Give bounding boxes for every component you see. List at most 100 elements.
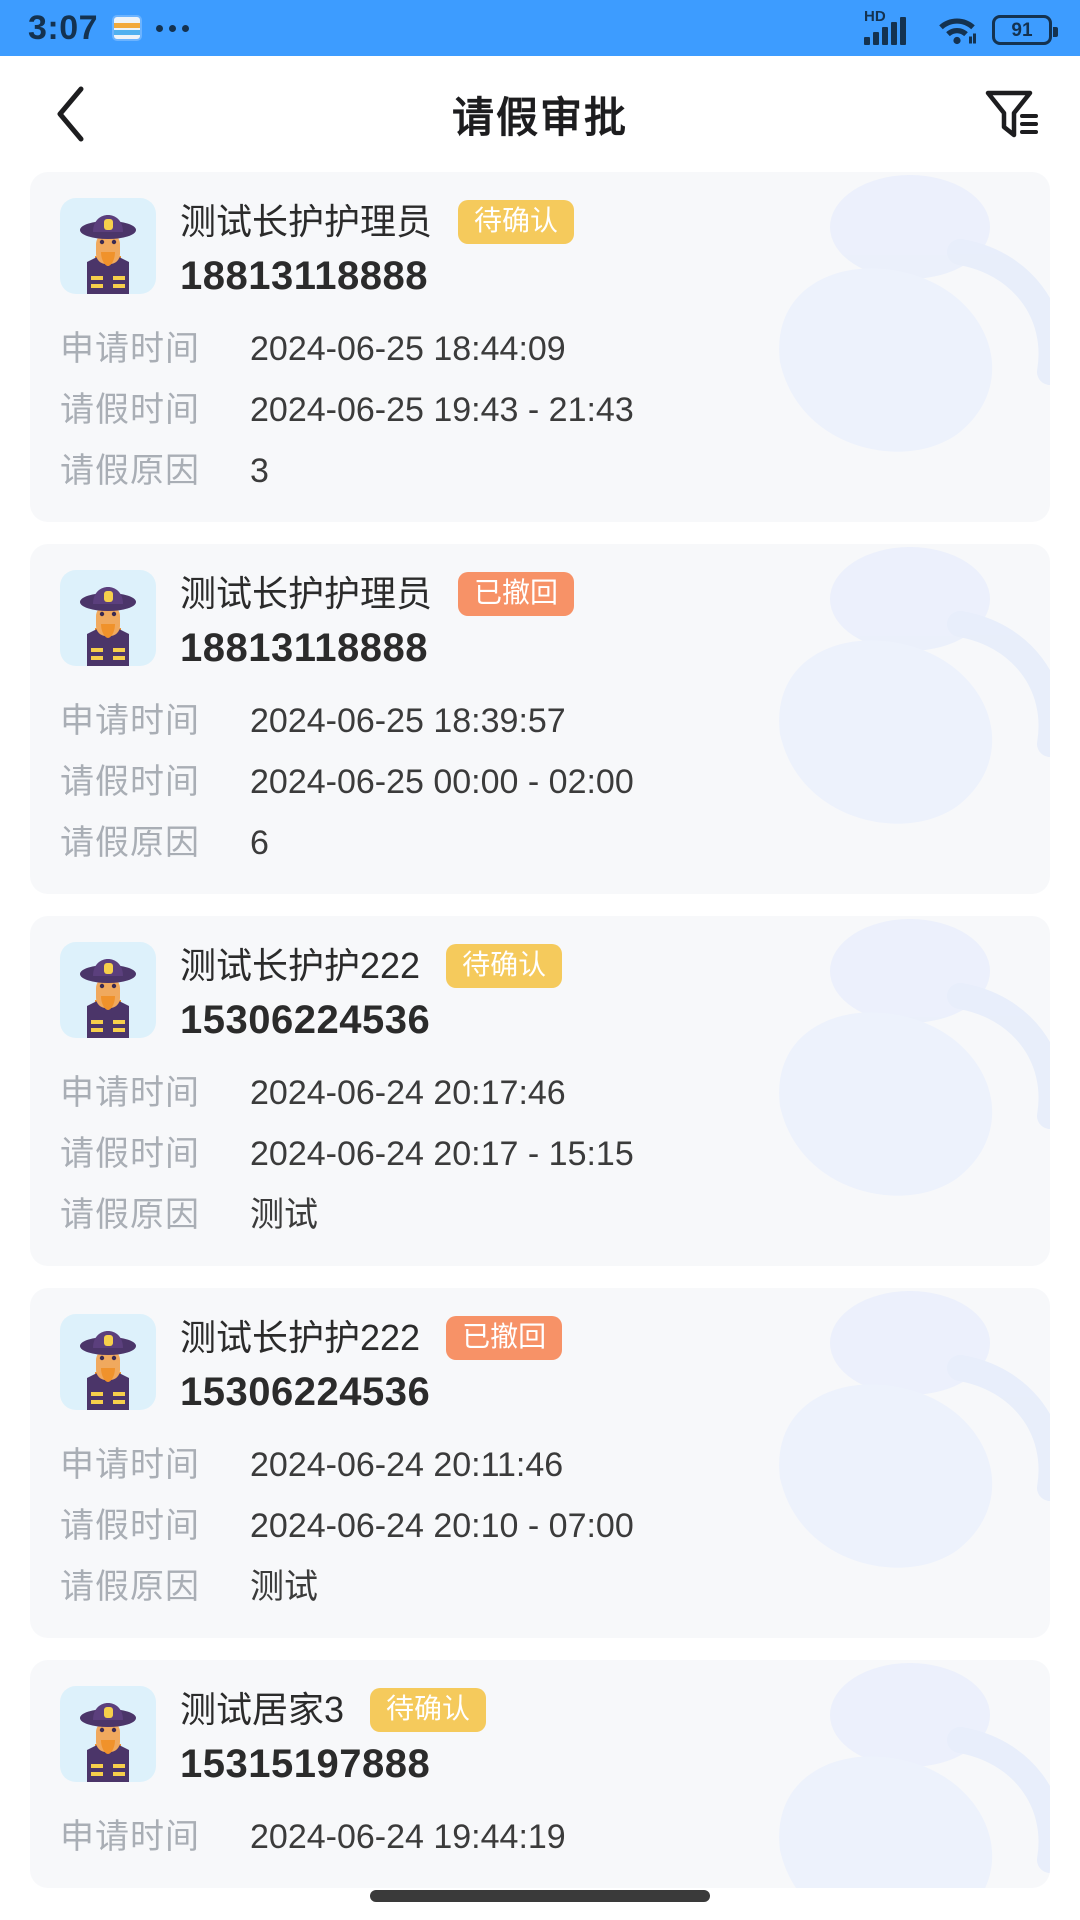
- signal-bars: [864, 17, 906, 45]
- leave-time-row: 请假时间 2024-06-25 00:00 - 02:00: [60, 754, 1020, 803]
- card-identity: 测试长护护222 待确认 15306224536: [180, 942, 563, 1043]
- apply-time-value: 2024-06-25 18:44:09: [250, 330, 566, 368]
- status-bar: 3:07 HD 91: [0, 0, 1080, 56]
- card-details: 申请时间 2024-06-24 20:17:46 请假时间 2024-06-24…: [60, 1065, 1020, 1236]
- filter-button[interactable]: [976, 79, 1046, 149]
- list-item[interactable]: 测试居家3 待确认 15315197888 申请时间 2024-06-24 19…: [30, 1660, 1050, 1888]
- caregiver-avatar-icon: [80, 959, 136, 1038]
- hd-signal-icon: HD: [864, 9, 922, 45]
- more-dots-icon: [156, 24, 190, 32]
- name-row: 测试长护护理员 待确认: [180, 200, 575, 244]
- avatar: [60, 570, 156, 666]
- status-time: 3:07: [28, 8, 99, 47]
- person-name: 测试居家3: [180, 1689, 345, 1731]
- list-item[interactable]: 测试长护护理员 待确认 18813118888 申请时间 2024-06-25 …: [30, 172, 1050, 522]
- leave-time-value: 2024-06-24 20:17 - 15:15: [250, 1135, 634, 1173]
- card-details: 申请时间 2024-06-25 18:39:57 请假时间 2024-06-25…: [60, 693, 1020, 864]
- avatar: [60, 1686, 156, 1782]
- leave-reason-row: 请假原因 测试: [60, 1187, 1020, 1236]
- caregiver-avatar-icon: [80, 215, 136, 294]
- name-row: 测试长护护222 待确认: [180, 944, 563, 988]
- leave-reason-value: 测试: [250, 1568, 318, 1606]
- card-header: 测试长护护理员 已撤回 18813118888: [60, 570, 1020, 671]
- app-notification-icon: [112, 15, 143, 41]
- apply-time-label: 申请时间: [60, 1074, 200, 1112]
- apply-time-row: 申请时间 2024-06-25 18:39:57: [60, 693, 1020, 742]
- leave-reason-value: 3: [250, 452, 269, 490]
- card-identity: 测试长护护222 已撤回 15306224536: [180, 1314, 563, 1415]
- home-indicator: [370, 1890, 710, 1902]
- card-header: 测试长护护222 待确认 15306224536: [60, 942, 1020, 1043]
- apply-time-value: 2024-06-25 18:39:57: [250, 702, 566, 740]
- phone-number: 15306224536: [180, 1370, 431, 1414]
- list-item[interactable]: 测试长护护理员 已撤回 18813118888 申请时间 2024-06-25 …: [30, 544, 1050, 894]
- status-badge: 已撤回: [458, 572, 575, 616]
- phone-number: 15315197888: [180, 1742, 431, 1786]
- battery-level: 91: [1011, 19, 1033, 41]
- leave-time-label: 请假时间: [60, 391, 200, 429]
- status-badge: 待确认: [446, 944, 563, 988]
- apply-time-row: 申请时间 2024-06-24 20:17:46: [60, 1065, 1020, 1114]
- leave-time-row: 请假时间 2024-06-24 20:17 - 15:15: [60, 1126, 1020, 1175]
- card-identity: 测试居家3 待确认 15315197888: [180, 1686, 487, 1787]
- app-screen: 3:07 HD 91 请假审批 测试长护护理员 待确认 18813118888 …: [0, 0, 1080, 1920]
- person-name: 测试长护护222: [180, 945, 421, 987]
- leave-request-list: 测试长护护理员 待确认 18813118888 申请时间 2024-06-25 …: [0, 172, 1080, 1888]
- leave-reason-label: 请假原因: [60, 452, 200, 490]
- chevron-left-icon: [57, 86, 84, 142]
- apply-time-row: 申请时间 2024-06-25 18:44:09: [60, 321, 1020, 370]
- leave-time-value: 2024-06-24 20:10 - 07:00: [250, 1507, 634, 1545]
- leave-reason-label: 请假原因: [60, 824, 200, 862]
- status-badge: 已撤回: [446, 1316, 563, 1360]
- card-identity: 测试长护护理员 已撤回 18813118888: [180, 570, 575, 671]
- leave-reason-label: 请假原因: [60, 1196, 200, 1234]
- caregiver-avatar-icon: [80, 1703, 136, 1782]
- leave-reason-row: 请假原因 6: [60, 815, 1020, 864]
- phone-number: 15306224536: [180, 998, 431, 1042]
- card-details: 申请时间 2024-06-25 18:44:09 请假时间 2024-06-25…: [60, 321, 1020, 492]
- leave-time-value: 2024-06-25 00:00 - 02:00: [250, 763, 634, 801]
- name-row: 测试长护护222 已撤回: [180, 1316, 563, 1360]
- page-title: 请假审批: [451, 93, 628, 141]
- person-name: 测试长护护理员: [180, 573, 433, 615]
- apply-time-value: 2024-06-24 20:11:46: [250, 1446, 564, 1484]
- caregiver-avatar-icon: [80, 1331, 136, 1410]
- apply-time-value: 2024-06-24 19:44:19: [250, 1818, 566, 1856]
- leave-time-row: 请假时间 2024-06-25 19:43 - 21:43: [60, 382, 1020, 431]
- card-header: 测试长护护理员 待确认 18813118888: [60, 198, 1020, 299]
- status-badge: 待确认: [370, 1688, 487, 1732]
- apply-time-row: 申请时间 2024-06-24 19:44:19: [60, 1809, 1020, 1858]
- filter-funnel-icon: [985, 90, 1038, 138]
- leave-time-value: 2024-06-25 19:43 - 21:43: [250, 391, 634, 429]
- leave-reason-label: 请假原因: [60, 1568, 200, 1606]
- status-bar-right: HD 91: [864, 9, 1058, 45]
- list-item[interactable]: 测试长护护222 已撤回 15306224536 申请时间 2024-06-24…: [30, 1288, 1050, 1638]
- apply-time-label: 申请时间: [60, 1446, 200, 1484]
- nav-bar: 请假审批: [0, 56, 1080, 172]
- card-header: 测试长护护222 已撤回 15306224536: [60, 1314, 1020, 1415]
- wifi-icon: [936, 11, 978, 45]
- leave-time-label: 请假时间: [60, 763, 200, 801]
- apply-time-label: 申请时间: [60, 330, 200, 368]
- phone-number: 18813118888: [180, 254, 428, 298]
- leave-reason-value: 6: [250, 824, 269, 862]
- card-identity: 测试长护护理员 待确认 18813118888: [180, 198, 575, 299]
- leave-time-label: 请假时间: [60, 1507, 200, 1545]
- battery-icon: 91: [992, 15, 1058, 45]
- name-row: 测试居家3 待确认: [180, 1688, 487, 1732]
- apply-time-row: 申请时间 2024-06-24 20:11:46: [60, 1437, 1020, 1486]
- leave-reason-row: 请假原因 3: [60, 443, 1020, 492]
- list-item[interactable]: 测试长护护222 待确认 15306224536 申请时间 2024-06-24…: [30, 916, 1050, 1266]
- back-button[interactable]: [34, 78, 106, 150]
- person-name: 测试长护护222: [180, 1317, 421, 1359]
- leave-time-row: 请假时间 2024-06-24 20:10 - 07:00: [60, 1498, 1020, 1547]
- apply-time-value: 2024-06-24 20:17:46: [250, 1074, 566, 1112]
- card-header: 测试居家3 待确认 15315197888: [60, 1686, 1020, 1787]
- status-bar-left: 3:07: [28, 9, 864, 48]
- caregiver-avatar-icon: [80, 587, 136, 666]
- apply-time-label: 申请时间: [60, 1818, 200, 1856]
- status-badge: 待确认: [458, 200, 575, 244]
- person-name: 测试长护护理员: [180, 201, 433, 243]
- leave-time-label: 请假时间: [60, 1135, 200, 1173]
- avatar: [60, 1314, 156, 1410]
